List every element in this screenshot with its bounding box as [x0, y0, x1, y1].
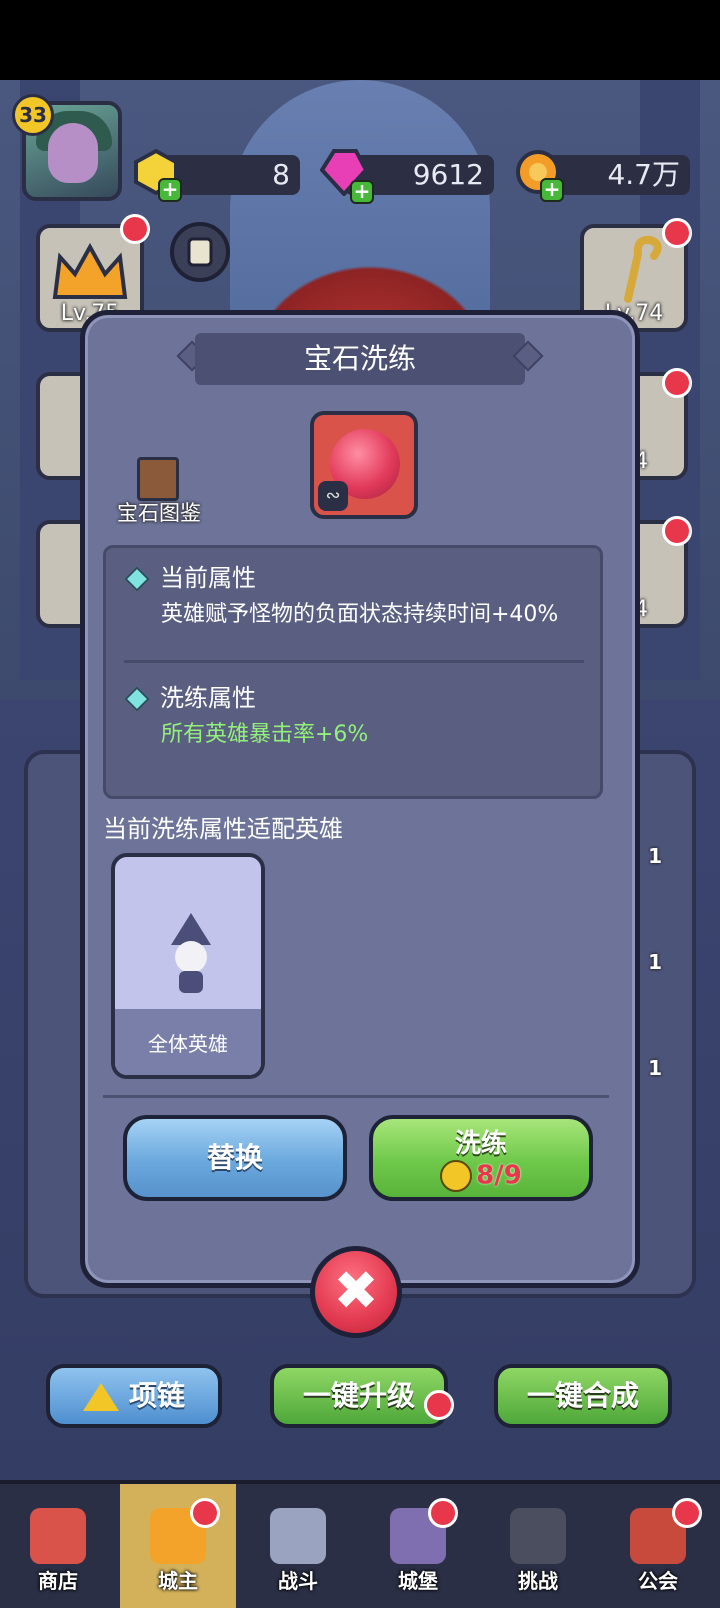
shop-icon	[30, 1508, 86, 1564]
coin-value: 4.7万	[607, 158, 680, 191]
avatar-face	[48, 123, 98, 183]
refine-cost: 8/9	[373, 1160, 589, 1192]
current-attr-text: 英雄赋予怪物的负面状态持续时间+40%	[161, 602, 559, 627]
staff-notification-dot	[662, 218, 692, 248]
demon-icon	[510, 1508, 566, 1564]
nav-shop-label: 商店	[38, 1569, 78, 1593]
add-gold-gem-icon[interactable]: +	[158, 178, 182, 202]
crown-icon	[52, 242, 128, 299]
inventory-count-2: 1	[648, 950, 662, 974]
upgrade-notification-dot	[424, 1390, 454, 1420]
replace-label: 替换	[206, 1141, 263, 1174]
close-icon: ✖	[333, 1259, 379, 1322]
nav-guild-label: 公会	[638, 1569, 678, 1593]
necklace-label: 项链	[128, 1379, 185, 1412]
castle-notification-dot	[428, 1498, 458, 1528]
nav-lord-label: 城主	[158, 1569, 198, 1593]
refine-label: 洗练	[454, 1129, 507, 1159]
dialog-title: 宝石洗练	[195, 333, 525, 385]
current-attr-heading: 当前属性	[124, 558, 256, 593]
player-level-badge: 33	[12, 94, 54, 136]
gold-gem-value: 8	[272, 158, 290, 191]
nav-castle-label: 城堡	[398, 1569, 438, 1593]
refine-attr-title: 洗练属性	[160, 684, 256, 712]
staff-icon	[624, 235, 662, 303]
nav-battle-label: 战斗	[278, 1569, 318, 1593]
crystal-value: 9612	[412, 158, 484, 191]
current-attr-title: 当前属性	[160, 564, 256, 592]
gold-gem-cost-icon	[440, 1160, 473, 1192]
wizard-hero-icon	[171, 913, 211, 993]
diamond-bullet-icon	[124, 686, 150, 712]
dialog-divider	[103, 1095, 609, 1098]
close-button[interactable]: ✖	[310, 1246, 402, 1338]
attribute-panel: 当前属性 英雄赋予怪物的负面状态持续时间+40% 洗练属性 所有英雄暴击率+6%	[103, 545, 603, 799]
upgrade-all-button[interactable]: 一键升级	[270, 1364, 448, 1428]
refine-attr-heading: 洗练属性	[124, 678, 256, 713]
rope-notification-dot	[662, 516, 692, 546]
merge-all-label: 一键合成	[526, 1379, 639, 1412]
upgrade-all-label: 一键升级	[302, 1379, 415, 1412]
replace-button[interactable]: 替换	[123, 1115, 347, 1201]
scroll-icon	[187, 237, 213, 267]
gem-codex-book-icon[interactable]	[137, 457, 179, 501]
triangle-icon	[82, 1383, 119, 1411]
guild-notification-dot	[672, 1498, 702, 1528]
nav-challenge[interactable]: 挑战	[480, 1484, 596, 1608]
crown-notification-dot	[120, 214, 150, 244]
nav-lord[interactable]: 城主	[120, 1484, 236, 1608]
hero-card-all[interactable]: 全体英雄	[111, 853, 265, 1079]
hero-card-name: 全体英雄	[148, 1032, 228, 1056]
selected-gem-slot: ∾	[310, 411, 418, 519]
add-coin-icon[interactable]: +	[540, 178, 564, 202]
bottom-nav: 商店 城主 战斗 城堡 挑战 公会	[0, 1480, 720, 1608]
gem-refine-dialog: 宝石洗练 宝石图鉴 ∾ 当前属性 英雄赋予怪物的负面状态持续时间+40% 洗练属…	[80, 310, 640, 1288]
attr-divider	[124, 660, 584, 663]
inventory-count-1: 1	[648, 844, 662, 868]
refine-attr-text: 所有英雄暴击率+6%	[161, 722, 369, 747]
ring-notification-dot	[662, 368, 692, 398]
add-crystal-icon[interactable]: +	[350, 180, 374, 204]
necklace-button[interactable]: 项链	[46, 1364, 222, 1428]
nav-challenge-label: 挑战	[518, 1569, 558, 1593]
scroll-button[interactable]	[170, 222, 230, 282]
gem-codex-label[interactable]: 宝石图鉴	[109, 497, 209, 527]
nav-battle[interactable]: 战斗	[240, 1484, 356, 1608]
hero-section-title: 当前洗练属性适配英雄	[103, 815, 343, 843]
chain-icon: ∾	[318, 481, 348, 511]
merge-all-button[interactable]: 一键合成	[494, 1364, 672, 1428]
lord-notification-dot	[190, 1498, 220, 1528]
refine-cost-value: 8/9	[476, 1160, 522, 1191]
nav-castle[interactable]: 城堡	[360, 1484, 476, 1608]
nav-shop[interactable]: 商店	[0, 1484, 116, 1608]
inventory-count-3: 1	[648, 1056, 662, 1080]
nav-guild[interactable]: 公会	[600, 1484, 716, 1608]
refine-button[interactable]: 洗练 8/9	[369, 1115, 593, 1201]
swords-icon	[270, 1508, 326, 1564]
diamond-bullet-icon	[124, 566, 150, 592]
